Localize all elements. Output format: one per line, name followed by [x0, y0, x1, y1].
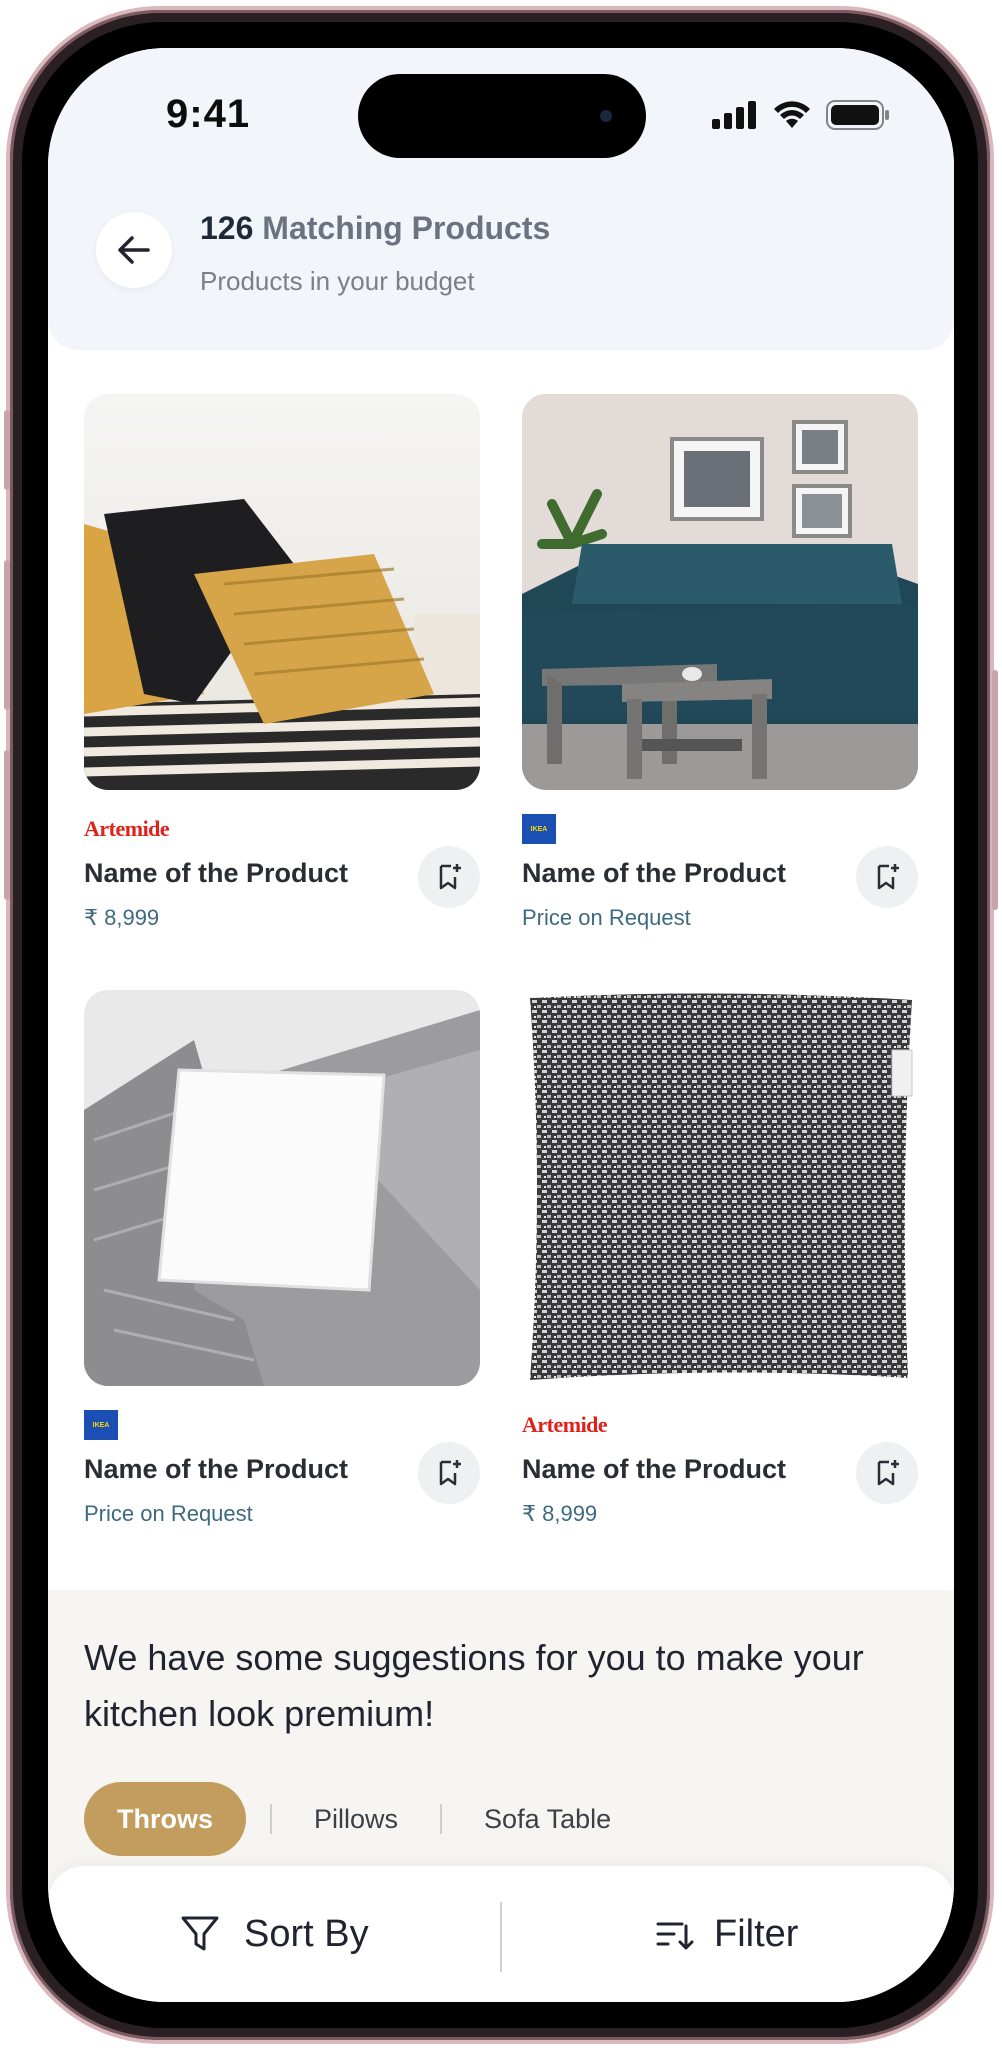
artemide-logo: Artemide	[522, 1412, 608, 1437]
screen: 9:41 126 Matching Products Products in y…	[48, 48, 954, 2002]
bookmark-add-icon	[439, 864, 461, 890]
sort-by-button[interactable]: Sort By	[178, 1866, 369, 2002]
phone-side-button	[4, 750, 10, 900]
bookmark-button[interactable]	[418, 1442, 480, 1504]
product-card[interactable]: Artemide Name of the Product ₹ 8,999	[84, 394, 480, 931]
bookmark-button[interactable]	[418, 846, 480, 908]
brand-logo: Artemide	[84, 812, 480, 846]
bookmark-add-icon	[439, 1460, 461, 1486]
product-price: Price on Request	[84, 1501, 253, 1526]
cellular-signal-icon	[712, 101, 756, 129]
product-count: 126	[200, 210, 254, 246]
phone-side-button	[4, 410, 10, 490]
product-image[interactable]	[84, 394, 480, 790]
product-price: ₹ 8,999	[84, 905, 160, 930]
status-time: 9:41	[166, 92, 251, 136]
status-icons	[712, 100, 890, 130]
suggestions-heading: We have some suggestions for you to make…	[84, 1637, 864, 1734]
filter-label: Filter	[714, 1912, 799, 1955]
product-image[interactable]	[84, 990, 480, 1386]
brand-logo: IKEA	[84, 1408, 480, 1442]
chip-throws[interactable]: Throws	[84, 1782, 247, 1856]
phone-side-button	[4, 560, 10, 710]
product-image[interactable]	[522, 394, 918, 790]
product-card[interactable]: IKEA Name of the Product Price on Reques…	[522, 394, 918, 931]
bookmark-add-icon	[877, 864, 899, 890]
product-price: ₹ 8,999	[522, 1501, 598, 1526]
chip-pillows[interactable]: Pillows	[272, 1782, 440, 1856]
funnel-icon	[181, 1916, 219, 1951]
camera-icon	[600, 110, 612, 122]
brand-logo: IKEA	[522, 812, 918, 846]
battery-icon	[826, 100, 889, 130]
product-price: Price on Request	[522, 905, 691, 930]
phone-side-button	[992, 670, 998, 910]
bottom-bar-divider	[500, 1902, 502, 1972]
category-chips: Throws Pillows Sofa Table	[84, 1782, 653, 1856]
bottom-action-bar: Sort By Filter	[48, 1866, 954, 2002]
bookmark-button[interactable]	[856, 846, 918, 908]
product-card[interactable]: Artemide Name of the Product ₹ 8,999	[522, 990, 918, 1527]
page-subtitle: Products in your budget	[200, 266, 475, 296]
back-button[interactable]	[96, 212, 172, 288]
wifi-icon	[774, 101, 810, 128]
page-title: 126 Matching Products	[200, 210, 550, 247]
ikea-logo: IKEA	[84, 1410, 118, 1440]
sort-by-label: Sort By	[244, 1912, 369, 1955]
bookmark-add-icon	[877, 1460, 899, 1486]
brand-logo: Artemide	[522, 1408, 918, 1442]
dynamic-island	[358, 74, 646, 158]
chip-sofa-table[interactable]: Sofa Table	[442, 1782, 653, 1856]
ikea-logo: IKEA	[522, 814, 556, 844]
product-card[interactable]: IKEA Name of the Product Price on Reques…	[84, 990, 480, 1527]
back-arrow-icon	[118, 236, 150, 264]
product-image[interactable]	[522, 990, 918, 1386]
artemide-logo: Artemide	[84, 816, 170, 841]
page-title-label: Matching Products	[262, 210, 551, 246]
sort-filter-icon	[656, 1922, 694, 1950]
bookmark-button[interactable]	[856, 1442, 918, 1504]
filter-button[interactable]: Filter	[654, 1866, 798, 2002]
